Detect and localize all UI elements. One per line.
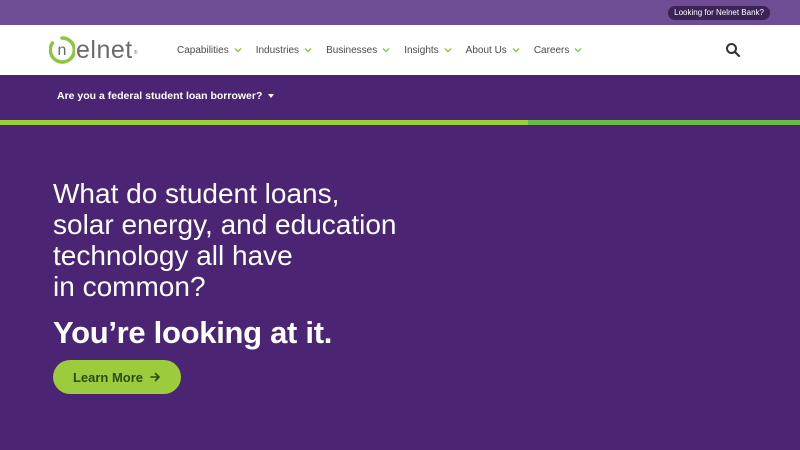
arrow-right-icon [150,372,160,382]
logo-wordmark: elnet [76,36,133,64]
nav-item-label: Insights [404,44,439,56]
hero-headline: What do student loans, solar energy, and… [53,178,453,302]
chevron-down-icon [304,48,312,53]
utility-bar: Looking for Nelnet Bank? [0,0,800,25]
borrower-bar: Are you a federal student loan borrower? [0,75,800,121]
nelnet-bank-link[interactable]: Looking for Nelnet Bank? [668,6,770,20]
chevron-down-icon [444,48,452,53]
nelnet-logo[interactable]: n elnet ® [49,34,137,66]
hero-section: What do student loans, solar energy, and… [0,125,800,450]
nav-item-industries[interactable]: Industries [256,45,312,56]
borrower-prompt-label: Are you a federal student loan borrower? [57,90,263,102]
nav-item-label: About Us [465,44,507,56]
caret-down-icon [268,94,275,98]
borrower-dropdown[interactable]: Are you a federal student loan borrower? [57,90,275,102]
headline-line: What do student loans, [53,178,340,209]
nav-item-label: Capabilities [177,44,229,56]
nav-item-careers[interactable]: Careers [534,45,583,56]
chevron-down-icon [234,48,242,53]
learn-more-label: Learn More [72,369,144,385]
logo-ring-icon: n [49,36,75,64]
nav-item-about-us[interactable]: About Us [466,45,520,56]
learn-more-button[interactable]: Learn More [53,360,181,394]
logo-trademark: ® [133,50,138,56]
nav-item-label: Industries [255,44,300,56]
nav-item-insights[interactable]: Insights [404,44,452,56]
chevron-down-icon [382,48,390,53]
svg-text:n: n [58,42,67,59]
nav-menu: Capabilities Industries Businesses Insig… [177,25,596,75]
headline-line: solar energy, and education [53,209,397,240]
headline-line: in common? [53,271,206,302]
chevron-down-icon [512,48,520,53]
nav-item-label: Careers [533,44,570,56]
nav-item-label: Businesses [326,44,378,56]
search-icon[interactable] [725,42,741,58]
chevron-down-icon [574,48,582,53]
nav-item-capabilities[interactable]: Capabilities [177,45,242,56]
main-navigation: n elnet ® Capabilities Industries Busine… [0,25,800,75]
nav-item-businesses[interactable]: Businesses [326,45,390,56]
hero-tagline: You’re looking at it. [53,315,333,350]
headline-line: technology all have [53,240,293,271]
